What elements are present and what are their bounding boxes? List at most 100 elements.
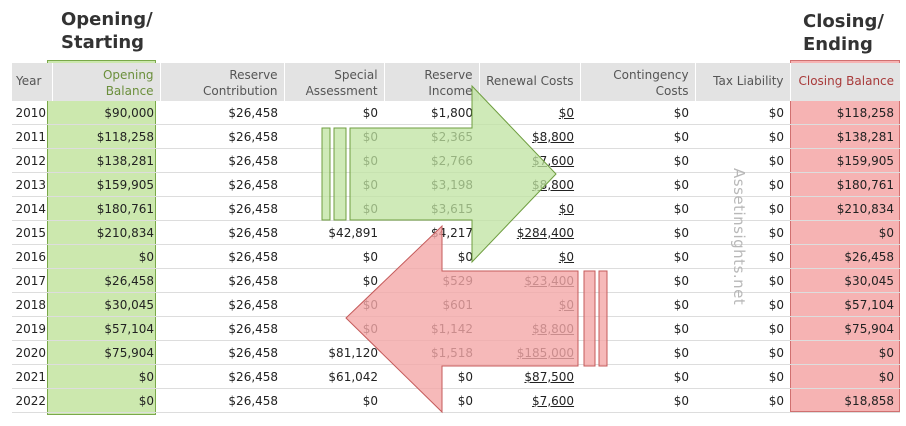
opening-label-line2: Starting bbox=[61, 32, 145, 53]
header-special-assessment: Special Assessment bbox=[283, 63, 385, 101]
cell-contingency: $0 bbox=[580, 364, 696, 389]
cell-contingency: $0 bbox=[580, 172, 696, 197]
cell-renewal[interactable]: $0 bbox=[479, 244, 581, 269]
closing-ending-label: Closing/ Ending bbox=[803, 10, 884, 56]
opening-label-line1: Opening/ bbox=[61, 9, 153, 30]
cell-opening: $30,045 bbox=[52, 292, 161, 317]
cell-opening: $0 bbox=[52, 388, 161, 413]
cell-closing: $210,834 bbox=[790, 196, 901, 221]
header-year: Year bbox=[11, 63, 53, 101]
cell-renewal[interactable]: $87,500 bbox=[479, 364, 581, 389]
cell-renewal[interactable]: $23,400 bbox=[479, 268, 581, 293]
cell-closing: $0 bbox=[790, 220, 901, 245]
cell-contribution: $26,458 bbox=[160, 172, 285, 197]
cell-contingency: $0 bbox=[580, 292, 696, 317]
closing-label-line1: Closing/ bbox=[803, 11, 884, 32]
cell-year: 2011 bbox=[11, 124, 53, 149]
cell-income: $1,800 bbox=[384, 101, 480, 125]
cell-closing: $0 bbox=[790, 364, 901, 389]
cell-contingency: $0 bbox=[580, 316, 696, 341]
cell-income: $1,142 bbox=[384, 316, 480, 341]
cell-income: $0 bbox=[384, 388, 480, 413]
cell-contribution: $26,458 bbox=[160, 244, 285, 269]
cell-renewal[interactable]: $8,800 bbox=[479, 124, 581, 149]
cell-contingency: $0 bbox=[580, 388, 696, 413]
cell-renewal[interactable]: $0 bbox=[479, 101, 581, 125]
cell-renewal[interactable]: $185,000 bbox=[479, 340, 581, 365]
table-row: 2021 $0 $26,458 $61,042 $0 $87,500 $0 $0 $0 bbox=[11, 364, 901, 389]
cell-renewal[interactable]: $8,800 bbox=[479, 172, 581, 197]
cell-closing: $159,905 bbox=[790, 148, 901, 173]
cell-income: $4,217 bbox=[384, 220, 480, 245]
table-row: 2010 $90,000 $26,458 $0 $1,800 $0 $0 $0 $118,258 bbox=[11, 101, 901, 125]
header-closing-balance: Closing Balance bbox=[789, 63, 901, 101]
cell-tax: $0 bbox=[695, 101, 791, 125]
cell-income: $3,615 bbox=[384, 196, 480, 221]
cell-contribution: $26,458 bbox=[160, 292, 285, 317]
cell-special: $0 bbox=[284, 172, 385, 197]
table-row: 2014 $180,761 $26,458 $0 $3,615 $0 $0 $0 $210,83… bbox=[11, 196, 901, 221]
cell-year: 2013 bbox=[11, 172, 53, 197]
table-row: 2013 $159,905 $26,458 $0 $3,198 $8,800 $0 $0 $18… bbox=[11, 172, 901, 197]
cell-contribution: $26,458 bbox=[160, 220, 285, 245]
cell-contribution: $26,458 bbox=[160, 316, 285, 341]
cell-special: $0 bbox=[284, 101, 385, 125]
cell-income: $529 bbox=[384, 268, 480, 293]
cell-contribution: $26,458 bbox=[160, 340, 285, 365]
cell-year: 2015 bbox=[11, 220, 53, 245]
cell-opening: $75,904 bbox=[52, 340, 161, 365]
cell-special: $0 bbox=[284, 316, 385, 341]
cell-income: $2,766 bbox=[384, 148, 480, 173]
table-row: 2016 $0 $26,458 $0 $0 $0 $0 $0 $26,458 bbox=[11, 244, 901, 269]
table-row: 2018 $30,045 $26,458 $0 $601 $0 $0 $0 $57,104 bbox=[11, 292, 901, 317]
cell-closing: $180,761 bbox=[790, 172, 901, 197]
cell-tax: $0 bbox=[695, 364, 791, 389]
cell-opening: $138,281 bbox=[52, 148, 161, 173]
cell-contribution: $26,458 bbox=[160, 196, 285, 221]
cell-renewal[interactable]: $8,800 bbox=[479, 316, 581, 341]
cell-contribution: $26,458 bbox=[160, 364, 285, 389]
cell-closing: $0 bbox=[790, 340, 901, 365]
header-row: Year Opening Balance Reserve Contribution … bbox=[11, 63, 901, 101]
cell-income: $2,365 bbox=[384, 124, 480, 149]
cell-opening: $26,458 bbox=[52, 268, 161, 293]
cell-income: $3,198 bbox=[384, 172, 480, 197]
cell-special: $61,042 bbox=[284, 364, 385, 389]
reserve-fund-table: Year Opening Balance Reserve Contribution … bbox=[11, 63, 901, 413]
cell-year: 2010 bbox=[11, 101, 53, 125]
cell-contingency: $0 bbox=[580, 244, 696, 269]
table-row: 2019 $57,104 $26,458 $0 $1,142 $8,800 $0 $0 $75,… bbox=[11, 316, 901, 341]
cell-contingency: $0 bbox=[580, 148, 696, 173]
cell-closing: $26,458 bbox=[790, 244, 901, 269]
cell-tax: $0 bbox=[695, 316, 791, 341]
cell-special: $0 bbox=[284, 196, 385, 221]
cell-tax: $0 bbox=[695, 340, 791, 365]
table-row: 2015 $210,834 $26,458 $42,891 $4,217 $284,400… bbox=[11, 220, 901, 245]
cell-renewal[interactable]: $0 bbox=[479, 196, 581, 221]
cell-special: $0 bbox=[284, 244, 385, 269]
cell-closing: $138,281 bbox=[790, 124, 901, 149]
cell-renewal[interactable]: $7,600 bbox=[479, 388, 581, 413]
cell-renewal[interactable]: $7,600 bbox=[479, 148, 581, 173]
cell-year: 2014 bbox=[11, 196, 53, 221]
cell-contingency: $0 bbox=[580, 101, 696, 125]
table-row: 2012 $138,281 $26,458 $0 $2,766 $7,600 $0 $0 $15… bbox=[11, 148, 901, 173]
cell-special: $0 bbox=[284, 292, 385, 317]
cell-opening: $159,905 bbox=[52, 172, 161, 197]
cell-opening: $118,258 bbox=[52, 124, 161, 149]
cell-contingency: $0 bbox=[580, 220, 696, 245]
cell-special: $0 bbox=[284, 388, 385, 413]
cell-closing: $75,904 bbox=[790, 316, 901, 341]
table-row: 2017 $26,458 $26,458 $0 $529 $23,400 $0 $0 $30,0… bbox=[11, 268, 901, 293]
cell-year: 2022 bbox=[11, 388, 53, 413]
cell-contribution: $26,458 bbox=[160, 124, 285, 149]
cell-renewal[interactable]: $284,400 bbox=[479, 220, 581, 245]
cell-special: $0 bbox=[284, 124, 385, 149]
table-row: 2022 $0 $26,458 $0 $0 $7,600 $0 $0 $18,858 bbox=[11, 388, 901, 413]
header-opening-balance: Opening Balance bbox=[51, 63, 161, 101]
cell-opening: $0 bbox=[52, 244, 161, 269]
cell-year: 2016 bbox=[11, 244, 53, 269]
cell-renewal[interactable]: $0 bbox=[479, 292, 581, 317]
cell-closing: $118,258 bbox=[790, 101, 901, 125]
cell-special: $42,891 bbox=[284, 220, 385, 245]
